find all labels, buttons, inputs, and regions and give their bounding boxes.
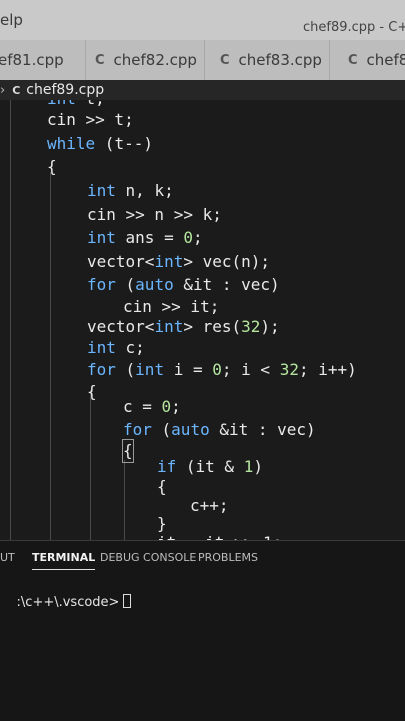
tab-label: chef84: [366, 51, 405, 69]
terminal-prompt: :\c++\.vscode>: [16, 595, 120, 610]
breadcrumb: › C chef89.cpp: [0, 80, 405, 100]
editor-tab-strip: ef81.cpp C chef82.cpp C chef83.cpp C che…: [0, 40, 405, 81]
code-line: cin >> it;: [123, 297, 220, 316]
code-line: it = it >> 1;: [157, 532, 282, 540]
code-line: for (int i = 0; i < 32; i++): [87, 360, 357, 379]
code-line: for (auto &it : vec): [87, 275, 280, 294]
code-line: {: [157, 477, 167, 496]
code-line: vector<int> res(32);: [87, 317, 280, 336]
window-title: chef89.cpp - C++: [303, 20, 405, 35]
indent-guide: [90, 390, 91, 540]
code-token: t;: [86, 100, 105, 108]
indent-guide: [50, 172, 51, 540]
code-line: c++;: [190, 496, 229, 515]
title-bar: elp chef89.cpp - C++: [0, 0, 405, 40]
cpp-file-icon: C: [12, 83, 21, 97]
code-editor[interactable]: int t; cin >> t; while (t--) { int n, k;…: [0, 100, 405, 540]
cpp-file-icon: C: [220, 52, 230, 68]
code-line-matched-bracket: {: [122, 439, 134, 463]
code-line: while (t--): [47, 134, 153, 153]
tab-chef84[interactable]: C chef84: [330, 40, 405, 80]
code-line: int n, k;: [87, 181, 174, 200]
code-line: if (it & 1): [157, 457, 263, 476]
code-line: int c;: [87, 338, 145, 357]
chevron-right-icon: ›: [0, 82, 6, 98]
code-token: int: [47, 100, 76, 108]
tab-label: chef82.cpp: [113, 51, 197, 69]
code-line: cin >> t;: [47, 110, 134, 129]
code-line: for (auto &it : vec): [123, 420, 316, 439]
bottom-panel: UT TERMINAL DEBUG CONSOLE PROBLEMS :\c++…: [0, 540, 405, 721]
panel-tab-terminal[interactable]: TERMINAL: [32, 551, 96, 570]
panel-tab-debug-console[interactable]: DEBUG CONSOLE: [100, 551, 196, 564]
indent-guide: [124, 460, 125, 540]
cpp-file-icon: C: [95, 52, 105, 68]
code-line: int ans = 0;: [87, 228, 203, 247]
code-line: vector<int> vec(n);: [87, 252, 271, 271]
code-line: {: [87, 382, 97, 401]
indent-guide: [10, 100, 11, 540]
panel-tab-problems[interactable]: PROBLEMS: [198, 551, 258, 564]
terminal-cursor: [123, 594, 132, 608]
terminal-output[interactable]: :\c++\.vscode>: [0, 579, 132, 625]
panel-tab-output[interactable]: UT: [0, 551, 15, 564]
tab-label: ef81.cpp: [0, 51, 64, 69]
tab-label: chef83.cpp: [238, 51, 322, 69]
menu-help[interactable]: elp: [0, 11, 23, 29]
tab-chef81[interactable]: ef81.cpp: [0, 40, 86, 80]
tab-chef82[interactable]: C chef82.cpp: [85, 40, 205, 80]
code-line: {: [47, 157, 57, 176]
code-line: cin >> n >> k;: [87, 205, 222, 224]
tab-chef83[interactable]: C chef83.cpp: [205, 40, 330, 80]
code-line: c = 0;: [123, 397, 181, 416]
cpp-file-icon: C: [348, 52, 358, 68]
breadcrumb-file[interactable]: chef89.cpp: [26, 82, 104, 98]
